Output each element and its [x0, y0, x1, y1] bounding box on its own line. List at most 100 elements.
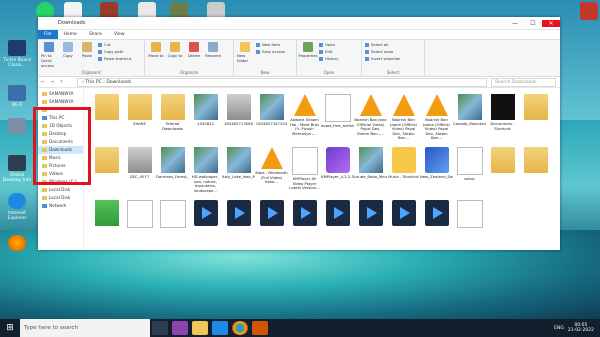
desktop-icon-global[interactable]: Global Desktop Info: [2, 155, 32, 183]
file-item[interactable]: 1543822: [189, 92, 222, 145]
vlc-icon: [359, 94, 382, 116]
file-item[interactable]: SHARE: [123, 92, 156, 145]
clock[interactable]: 00:05 21-02-2022: [568, 323, 594, 333]
file-item[interactable]: Italy_Lake_Iseo_Mountains_Night_Sky_1920…: [222, 145, 255, 198]
file-item[interactable]: New_Zealand_Sea_Cathedral_Cove_HD_3840x2…: [420, 145, 453, 198]
open-button[interactable]: Open: [319, 42, 339, 47]
folder-icon: [170, 42, 180, 52]
app-icon[interactable]: [172, 321, 188, 335]
desktop-icon-wifi[interactable]: Wi-Fi: [2, 85, 32, 108]
file-item[interactable]: [90, 92, 123, 145]
invert-selection-button[interactable]: Invert selection: [365, 56, 400, 61]
file-item[interactable]: HD wallpaper_ sea, nature, mountains, la…: [189, 145, 222, 198]
file-item[interactable]: 163482713089: [222, 92, 255, 145]
file-item[interactable]: [321, 198, 354, 250]
file-name: DSC_0077: [129, 174, 150, 179]
file-item[interactable]: avast_free_antivirus_setup_online: [321, 92, 354, 145]
select-none-button[interactable]: Select none: [365, 49, 400, 54]
file-name: SHARE: [133, 121, 146, 126]
ribbon-group-clipboard: Pin to Quick access Copy Paste Cut Copy …: [38, 40, 145, 76]
file-item[interactable]: [519, 145, 552, 198]
easy-access-button[interactable]: Easy access: [256, 49, 285, 54]
history-button[interactable]: History: [319, 56, 339, 61]
file-item[interactable]: [90, 198, 123, 250]
file-item[interactable]: [420, 198, 453, 250]
green-icon: [94, 200, 119, 226]
file-item[interactable]: [288, 198, 321, 250]
file-item[interactable]: Documents - Shortcut: [486, 92, 519, 145]
chrome-icon[interactable]: [232, 321, 248, 335]
start-button[interactable]: ⊞: [0, 323, 20, 333]
file-item[interactable]: Baarish Ban Jaana (Official Video) Payal…: [420, 92, 453, 145]
language-indicator[interactable]: ENG: [554, 326, 564, 331]
file-item[interactable]: 1634827347254: [255, 92, 288, 145]
file-item[interactable]: Aawara Shaam Hai - Meet Bros Ft. Piyush …: [288, 92, 321, 145]
navigation-buttons[interactable]: ← → ↑: [38, 80, 77, 85]
nav-item[interactable]: SAMANWYA: [38, 90, 83, 98]
file-item[interactable]: setup: [453, 145, 486, 198]
app-icon[interactable]: [252, 321, 268, 335]
nav-item[interactable]: SAMANWYA: [38, 98, 83, 106]
video-icon: [292, 200, 317, 226]
file-item[interactable]: Music - Shortcut: [387, 145, 420, 198]
file-explorer-icon[interactable]: [192, 321, 208, 335]
edge-icon[interactable]: [212, 321, 228, 335]
new-item-button[interactable]: New item: [256, 42, 285, 47]
paste-icon: [82, 42, 92, 52]
file-item[interactable]: [387, 198, 420, 250]
minimize-button[interactable]: —: [506, 20, 524, 27]
edit-button[interactable]: Edit: [319, 49, 339, 54]
file-item[interactable]: Kaka - Bholenath (Full Video) Kaka...: [255, 145, 288, 198]
vlc-icon: [293, 94, 316, 116]
tab-home[interactable]: Home: [58, 32, 83, 37]
folder-icon: [490, 147, 515, 173]
maximize-button[interactable]: ☐: [524, 20, 542, 27]
img-icon: [160, 147, 185, 173]
file-item[interactable]: [354, 198, 387, 250]
video-icon: [358, 200, 383, 226]
search-input[interactable]: Search Downloads: [491, 77, 556, 87]
file-name: Dormans_Forest_Lake_Village_UHD_3840x216…: [156, 174, 189, 179]
folder-icon: [151, 42, 161, 52]
file-item[interactable]: Baarish Ban Jaana (Official Video) Payal…: [387, 92, 420, 145]
taskbar-search[interactable]: Type here to search: [20, 319, 150, 337]
address-bar[interactable]: › This PC › Downloads: [77, 77, 487, 87]
photo-icon: [127, 147, 152, 173]
file-item[interactable]: [255, 198, 288, 250]
desktop-icon-folder[interactable]: [2, 118, 32, 136]
close-button[interactable]: ✕: [542, 19, 560, 27]
app-icon[interactable]: [580, 2, 598, 20]
file-item[interactable]: [156, 198, 189, 250]
file-item[interactable]: [453, 198, 486, 250]
file-item[interactable]: DSC_0077: [123, 145, 156, 198]
paste-shortcut-button[interactable]: Paste shortcut: [98, 56, 131, 61]
desktop-icon-firefox[interactable]: [2, 235, 32, 253]
desktop-icon-tickle[interactable]: Tickle Board Classi...: [2, 40, 32, 68]
desktop-icon-ie[interactable]: Internet Explorer: [2, 193, 32, 221]
file-item[interactable]: [123, 198, 156, 250]
tab-share[interactable]: Share: [83, 32, 108, 37]
file-name: HD wallpaper_ sea, nature, mountains, la…: [191, 174, 220, 193]
file-item[interactable]: KMPlayer_4.2.2.5: [321, 145, 354, 198]
task-view-icon[interactable]: [152, 321, 168, 335]
file-item[interactable]: Telerad Downloads: [156, 92, 189, 145]
file-item[interactable]: Canada_Mountains_Lake_Snow_Forest_Scener…: [453, 92, 486, 145]
file-item[interactable]: [519, 92, 552, 145]
file-item[interactable]: Dormans_Forest_Lake_Village_UHD_3840x216…: [156, 145, 189, 198]
file-item[interactable]: [486, 145, 519, 198]
file-item[interactable]: Leude_Baba_Mountain_Lake_HD...: [354, 145, 387, 198]
file-item[interactable]: [90, 145, 123, 198]
file-item[interactable]: KMPlayer All Video Player Latest Version…: [288, 145, 321, 198]
file-item[interactable]: [189, 198, 222, 250]
nav-item[interactable]: Local Disk: [38, 186, 83, 194]
file-item[interactable]: [222, 198, 255, 250]
nav-item-label: SAMANWYA: [49, 91, 74, 96]
tab-view[interactable]: View: [108, 32, 131, 37]
nav-item[interactable]: Local Disk: [38, 194, 83, 202]
nav-item[interactable]: Network: [38, 202, 83, 210]
file-item[interactable]: Baarish Ban Jana (Official Video) Payal …: [354, 92, 387, 145]
select-all-button[interactable]: Select all: [365, 42, 400, 47]
copy-path-button[interactable]: Copy path: [98, 49, 131, 54]
cut-button[interactable]: Cut: [98, 42, 131, 47]
tab-file[interactable]: File: [38, 30, 58, 39]
